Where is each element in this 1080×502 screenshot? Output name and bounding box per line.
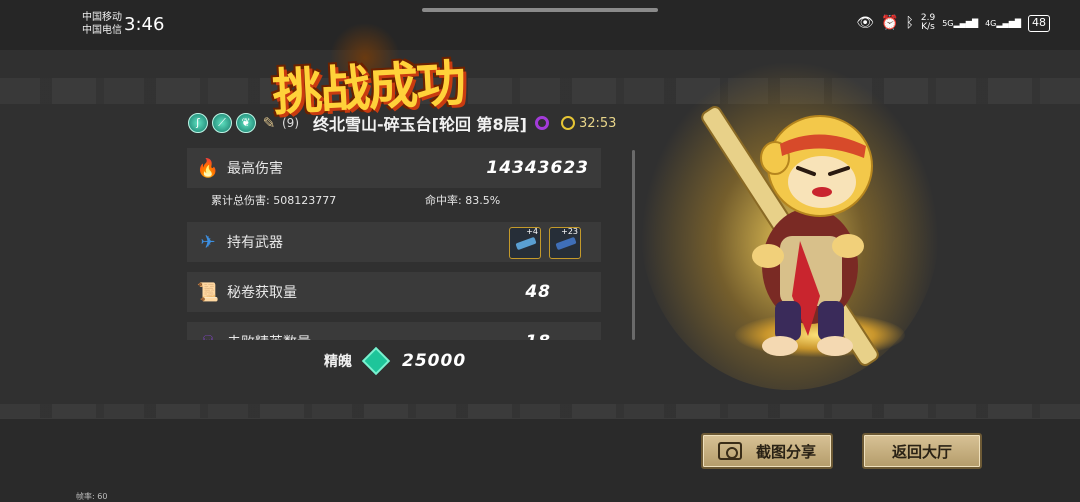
blaster-icon (515, 236, 537, 251)
camera-icon (717, 442, 742, 460)
carrier-1: 中国移动 (82, 12, 122, 23)
total-damage: 累计总伤害: 508123777 (211, 194, 337, 207)
rifle-icon (555, 236, 577, 251)
battery-icon: 48 (1028, 14, 1050, 32)
clock-icon (560, 116, 575, 130)
stage-name: 终北雪山-碎玉台[轮回 第8层] (313, 115, 527, 134)
dna-skill-icon[interactable]: ʃ (188, 113, 208, 133)
elites-value: 18 (525, 332, 551, 340)
max-damage-label: 最高伤害 (227, 161, 283, 177)
stats-scrollbar[interactable] (632, 150, 635, 340)
back-label: 返回大厅 (891, 442, 952, 461)
leaf-skill-icon[interactable]: ❦ (236, 113, 256, 133)
carrier-labels: 中国移动 中国电信 (82, 11, 122, 37)
level-info: ʃ ⟋ ❦ ✎ (9) 终北雪山-碎玉台[轮回 第8层] 32:53 (188, 113, 617, 134)
screenshot-share-button[interactable]: 截图分享 (701, 433, 833, 469)
reincarnation-swirl-icon (534, 116, 549, 130)
gun-skill-icon[interactable]: ⟋ (212, 113, 232, 133)
status-bar: 中国移动 中国电信 3:46 👁 ⏰ ᛒ 2.9 K/s 5G▂▄▆█ 4G▂▄… (0, 0, 1080, 50)
scrolls-label: 秘卷获取量 (227, 285, 297, 301)
gesture-pill[interactable] (422, 8, 658, 12)
weapon-slot-2[interactable]: +23 (549, 227, 581, 259)
essence-label: 精魄 (324, 354, 352, 370)
clear-time: 32:53 (578, 115, 617, 131)
sim2-signal-icon: 4G▂▄▆█ (985, 18, 1021, 28)
monkey-king-hero (701, 106, 879, 366)
damage-icon: 🔥 (196, 157, 220, 179)
system-icons: 👁 ⏰ ᛒ 2.9 K/s 5G▂▄▆█ 4G▂▄▆█ 48 (856, 14, 1050, 32)
scrolls-row: 📜 秘卷获取量 48 (187, 272, 601, 312)
alarm-icon: ⏰ (881, 15, 899, 31)
stats-panel[interactable]: 🔥 最高伤害 14343623 累计总伤害: 508123777 命中率: 83… (187, 148, 603, 340)
share-label: 截图分享 (755, 442, 816, 461)
net-speed-unit: K/s (921, 22, 935, 32)
skull-icon: ☠ (195, 329, 221, 341)
decor-pattern-top (0, 78, 1080, 104)
back-to-lobby-button[interactable]: 返回大厅 (862, 433, 982, 469)
weapon-icon: ✈ (200, 231, 216, 253)
weapons-label: 持有武器 (227, 235, 283, 251)
carrier-2: 中国电信 (82, 25, 122, 36)
sim2-type: 4G (985, 18, 997, 28)
fps-counter: 帧率: 60 (76, 492, 108, 501)
status-time: 3:46 (124, 14, 165, 35)
damage-detail: 累计总伤害: 508123777 命中率: 83.5% (211, 192, 591, 210)
weapon-2-level: +23 (561, 227, 578, 236)
essence-gem-icon (361, 346, 391, 376)
net-speed: 2.9 K/s (921, 14, 935, 32)
eye-icon: 👁 (856, 15, 875, 31)
scroll-icon: ✎ (262, 114, 276, 132)
scroll-count: (9) (282, 116, 299, 130)
weapons-row: ✈ 持有武器 +4 +23 (187, 222, 601, 262)
max-damage-value: 14343623 (486, 158, 589, 178)
essence-value: 25000 (402, 351, 467, 371)
scroll-icon: 📜 (196, 281, 220, 303)
elites-label: 击败精英数量 (227, 332, 311, 340)
weapon-1-level: +4 (526, 227, 538, 236)
hit-rate: 命中率: 83.5% (425, 194, 501, 207)
sim1-signal-icon: 5G▂▄▆█ (942, 18, 979, 28)
scrolls-value: 48 (525, 282, 551, 302)
bluetooth-icon: ᛒ (905, 15, 914, 31)
weapon-slot-1[interactable]: +4 (509, 227, 541, 259)
sim1-type: 5G (942, 18, 954, 28)
elites-row: ☠ 击败精英数量 18 (187, 322, 601, 340)
essence-reward: 精魄 25000 (324, 346, 467, 376)
max-damage-row: 🔥 最高伤害 14343623 (187, 148, 601, 188)
